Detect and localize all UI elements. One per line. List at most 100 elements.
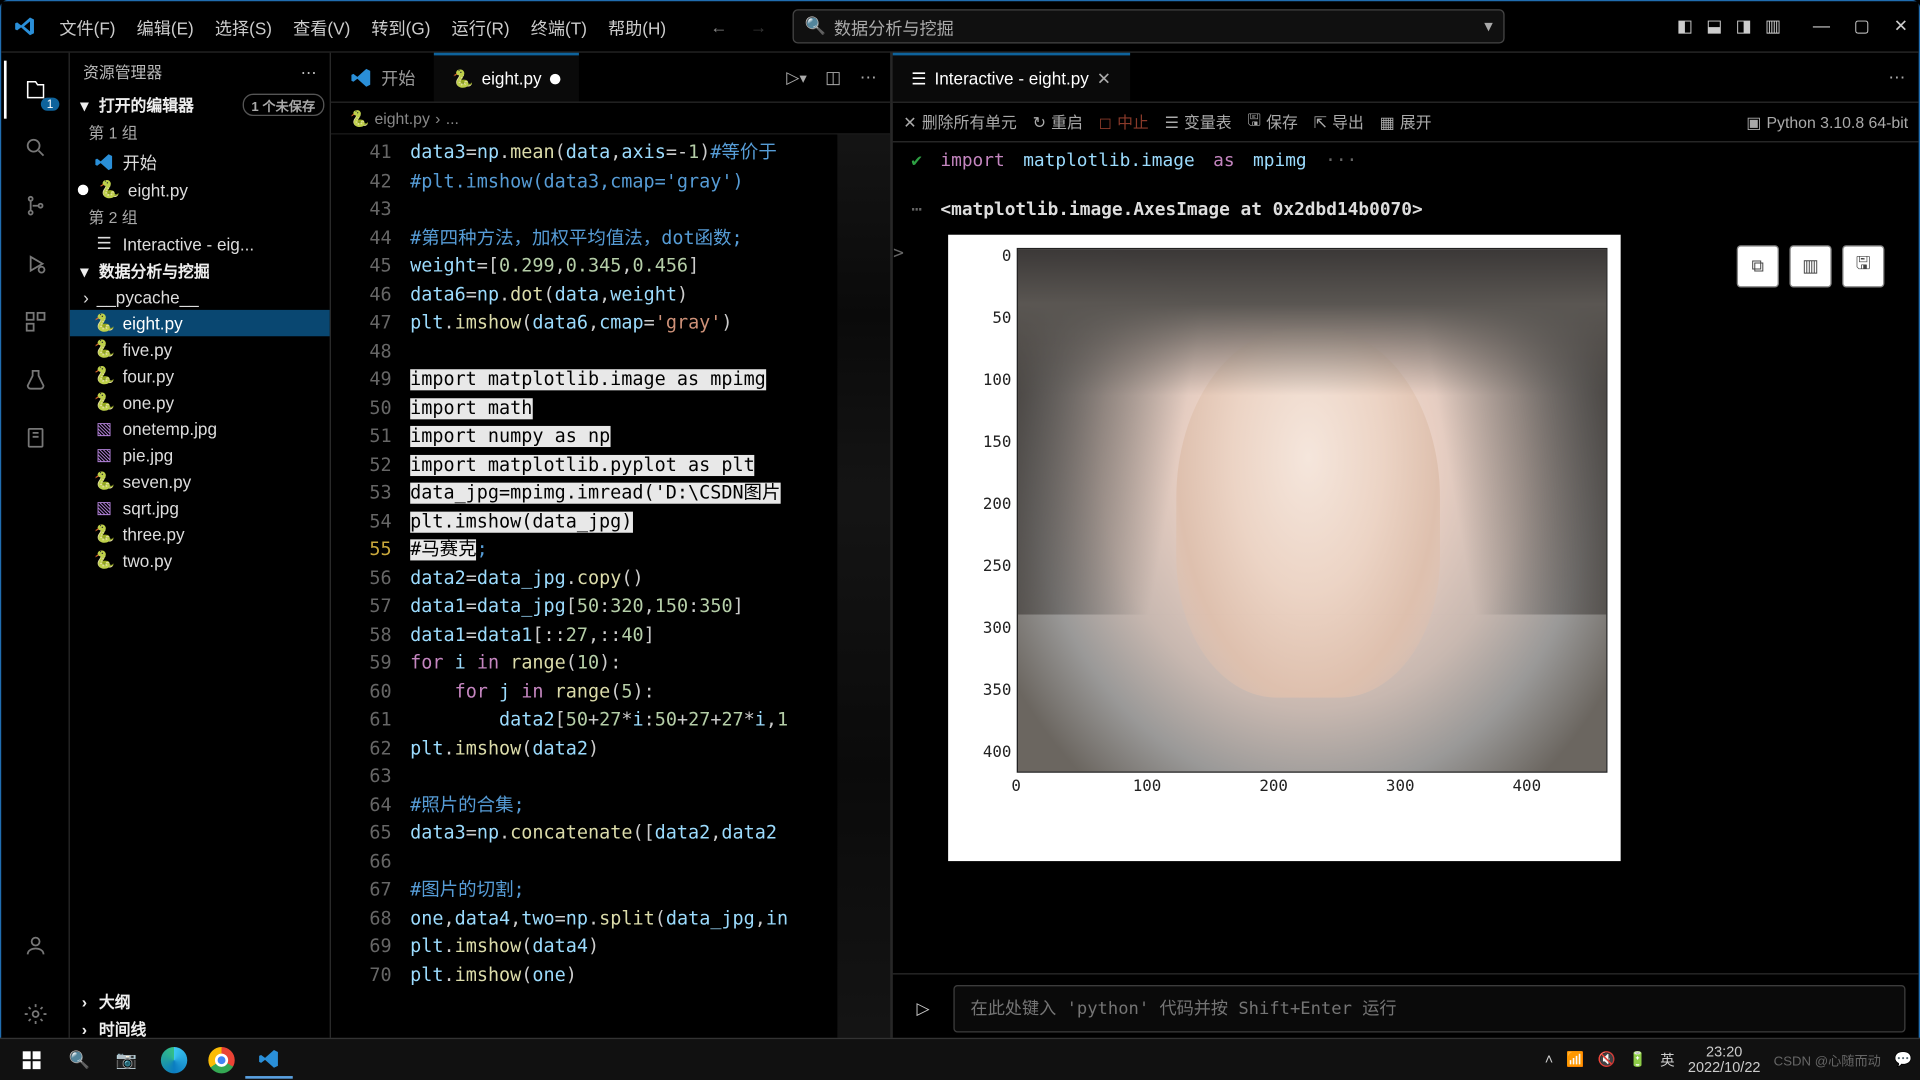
- open-editor-eight[interactable]: 🐍eight.py: [70, 177, 330, 203]
- editor-tabs: 开始 🐍eight.py ▷▾ ◫ ⋯: [331, 53, 890, 103]
- interactive-toolbar: ✕ 删除所有单元 ↻ 重启 ◻ 中止 ☰ 变量表 🖫 保存 ⇱ 导出 ▦ 展开 …: [893, 103, 1919, 143]
- split-editor-icon[interactable]: ◫: [825, 67, 841, 88]
- file-eight[interactable]: 🐍eight.py: [70, 310, 330, 336]
- tab-interactive[interactable]: ☰Interactive - eight.py✕: [893, 53, 1130, 102]
- tray-clock[interactable]: 23:202022/10/22: [1688, 1044, 1761, 1076]
- nav-back-icon[interactable]: ←: [703, 11, 735, 43]
- maximize-icon[interactable]: ▢: [1854, 16, 1870, 37]
- modified-dot-icon: [550, 73, 561, 84]
- file-one[interactable]: 🐍one.py: [70, 389, 330, 415]
- explorer-title: 资源管理器: [83, 61, 162, 83]
- windows-taskbar: 🔍 📷 ˄ 📶 🔇 🔋 英 23:202022/10/22 CSDN @心随而动…: [0, 1038, 1920, 1080]
- file-onetemp[interactable]: ▧onetemp.jpg: [70, 415, 330, 441]
- menu-terminal[interactable]: 终端(T): [520, 14, 597, 39]
- open-editors-header[interactable]: ▾打开的编辑器1 个未保存: [70, 91, 330, 119]
- menu-view[interactable]: 查看(V): [283, 14, 361, 39]
- breadcrumb[interactable]: 🐍eight.py › ...: [331, 103, 890, 135]
- menu-goto[interactable]: 转到(G): [361, 14, 441, 39]
- chrome-icon[interactable]: [198, 1041, 245, 1078]
- file-two[interactable]: 🐍two.py: [70, 547, 330, 573]
- save-button[interactable]: 🖫 保存: [1247, 108, 1297, 136]
- copy-plot-button[interactable]: ⧉: [1737, 245, 1779, 287]
- group-2-label: 第 2 组: [70, 203, 330, 231]
- delete-cells-button[interactable]: ✕ 删除所有单元: [903, 111, 1017, 133]
- settings-gear-icon[interactable]: [3, 985, 66, 1043]
- nav-forward-icon[interactable]: →: [743, 11, 775, 43]
- tray-battery-icon[interactable]: 🔋: [1629, 1051, 1647, 1068]
- output-repr: <matplotlib.image.AxesImage at 0x2dbd14b…: [940, 196, 1422, 224]
- camera-app-icon[interactable]: 📷: [103, 1041, 150, 1078]
- open-editor-interactive[interactable]: ☰Interactive - eig...: [70, 231, 330, 257]
- minimize-icon[interactable]: —: [1813, 16, 1830, 37]
- layout-custom-icon[interactable]: ▥: [1765, 16, 1781, 37]
- sidebar-explorer: 资源管理器⋯ ▾打开的编辑器1 个未保存 第 1 组 开始 🐍eight.py …: [70, 53, 331, 1043]
- code-gutter-icon[interactable]: </>: [893, 240, 904, 268]
- explorer-badge: 1: [42, 98, 59, 111]
- accounts-icon[interactable]: [3, 916, 66, 974]
- outline-header[interactable]: ›大纲: [70, 988, 330, 1016]
- save-plot-button[interactable]: 🖫: [1842, 245, 1884, 287]
- file-five[interactable]: 🐍five.py: [70, 336, 330, 362]
- tray-chevron-icon[interactable]: ˄: [1545, 1052, 1553, 1068]
- testing-icon[interactable]: [3, 351, 66, 409]
- titlebar: 文件(F) 编辑(E) 选择(S) 查看(V) 转到(G) 运行(R) 终端(T…: [1, 1, 1918, 52]
- expand-plot-button[interactable]: ▥: [1789, 245, 1831, 287]
- vscode-task-icon[interactable]: [245, 1041, 292, 1078]
- menu-run[interactable]: 运行(R): [441, 14, 520, 39]
- run-debug-icon[interactable]: [3, 235, 66, 293]
- execute-button[interactable]: ▷: [906, 998, 940, 1019]
- menu-edit[interactable]: 编辑(E): [126, 14, 204, 39]
- variables-button[interactable]: ☰ 变量表: [1165, 111, 1232, 133]
- tray-wifi-icon[interactable]: 📶: [1566, 1051, 1584, 1068]
- code-content[interactable]: data3=np.mean(data,axis=-1)#等价于 #plt.ims…: [410, 135, 837, 1044]
- file-sqrt[interactable]: ▧sqrt.jpg: [70, 495, 330, 521]
- menu-help[interactable]: 帮助(H): [597, 14, 676, 39]
- search-icon: 🔍: [805, 16, 826, 37]
- expand-button[interactable]: ▦ 展开: [1380, 111, 1432, 133]
- close-window-icon[interactable]: ✕: [1894, 16, 1908, 37]
- stop-button[interactable]: ◻ 中止: [1099, 111, 1149, 133]
- tray-ime[interactable]: 英: [1660, 1049, 1675, 1070]
- folder-header[interactable]: ▾数据分析与挖掘: [70, 257, 330, 285]
- interactive-input[interactable]: [953, 985, 1905, 1032]
- task-search-icon[interactable]: 🔍: [55, 1041, 102, 1078]
- restart-button[interactable]: ↻ 重启: [1033, 111, 1083, 133]
- folder-pycache[interactable]: ›__pycache__: [70, 285, 330, 310]
- run-button[interactable]: ▷▾: [786, 67, 806, 88]
- file-pie[interactable]: ▧pie.jpg: [70, 442, 330, 468]
- menu-select[interactable]: 选择(S): [204, 14, 282, 39]
- close-tab-icon[interactable]: ✕: [1097, 68, 1111, 89]
- extensions-icon[interactable]: [3, 293, 66, 351]
- chevron-down-icon: ▾: [1484, 16, 1493, 37]
- file-three[interactable]: 🐍three.py: [70, 521, 330, 547]
- tab-start[interactable]: 开始: [331, 53, 434, 102]
- more-tab-icon[interactable]: ⋯: [860, 67, 877, 88]
- ellipsis-icon[interactable]: ⋯: [911, 196, 922, 224]
- command-center[interactable]: 🔍 数据分析与挖掘 ▾: [793, 9, 1505, 43]
- editor-pane: 开始 🐍eight.py ▷▾ ◫ ⋯ 🐍eight.py › ... 4142…: [331, 53, 891, 1043]
- kernel-picker[interactable]: ▣ Python 3.10.8 64-bit: [1746, 113, 1908, 131]
- layout-right-icon[interactable]: ◨: [1736, 16, 1752, 37]
- source-control-icon[interactable]: [3, 177, 66, 235]
- tray-volume-icon[interactable]: 🔇: [1598, 1051, 1616, 1068]
- file-four[interactable]: 🐍four.py: [70, 363, 330, 389]
- start-menu-icon[interactable]: [8, 1041, 55, 1078]
- menu-file[interactable]: 文件(F): [49, 14, 126, 39]
- code-editor[interactable]: 4142434445464748495051525354555657585960…: [331, 135, 890, 1044]
- minimap[interactable]: [837, 135, 890, 1044]
- more-icon[interactable]: ⋯: [301, 63, 317, 81]
- interactive-pane: ☰Interactive - eight.py✕ ⋯ ✕ 删除所有单元 ↻ 重启…: [891, 53, 1918, 1043]
- more-int-icon[interactable]: ⋯: [1888, 67, 1905, 88]
- search-activity-icon[interactable]: [3, 119, 66, 177]
- file-seven[interactable]: 🐍seven.py: [70, 468, 330, 494]
- interactive-body: ✔import matplotlib.image as mpimg ··· ⋯<…: [893, 142, 1919, 973]
- layout-bottom-icon[interactable]: ⬓: [1706, 16, 1722, 37]
- edge-icon[interactable]: [150, 1041, 197, 1078]
- docs-icon[interactable]: [3, 409, 66, 467]
- explorer-icon[interactable]: 1: [3, 61, 66, 119]
- open-editor-start[interactable]: 开始: [70, 146, 330, 176]
- tray-action-center-icon[interactable]: 💬: [1894, 1051, 1912, 1068]
- layout-left-icon[interactable]: ◧: [1677, 16, 1693, 37]
- export-button[interactable]: ⇱ 导出: [1314, 111, 1364, 133]
- tab-eight[interactable]: 🐍eight.py: [434, 53, 579, 102]
